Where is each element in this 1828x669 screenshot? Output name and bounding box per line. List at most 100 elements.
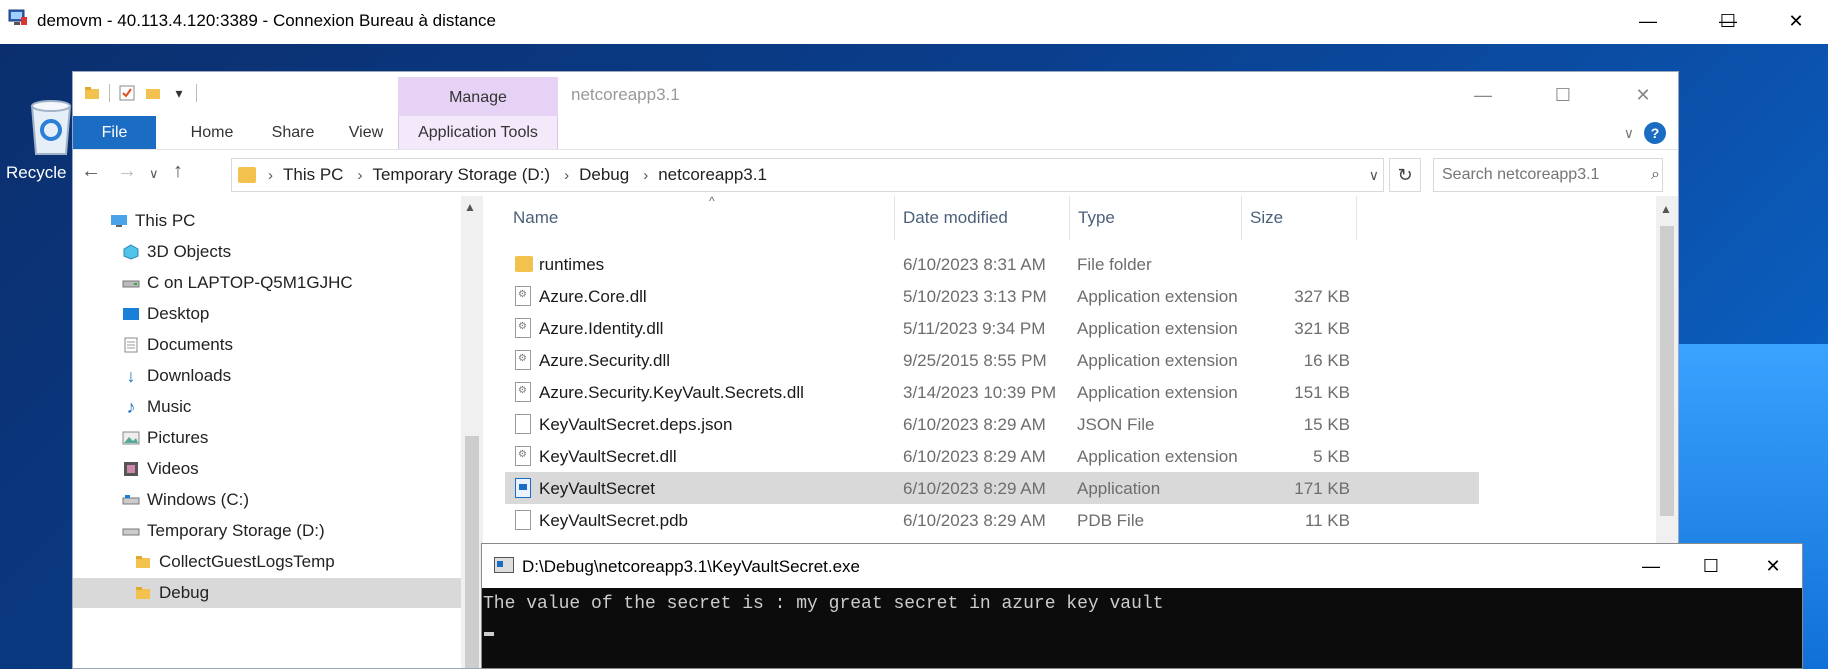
nav-item-debug[interactable]: Debug	[73, 578, 461, 608]
console-cursor	[484, 632, 494, 636]
ribbon-tabs: File Home Share View Application Tools ∨…	[73, 116, 1678, 150]
table-row[interactable]: KeyVaultSecret.deps.json 6/10/2023 8:29 …	[505, 408, 1479, 440]
drive-icon	[121, 491, 141, 509]
explorer-title-bar: ▾ Manage netcoreapp3.1 — ☐ ✕	[73, 72, 1678, 119]
tab-view[interactable]: View	[333, 116, 399, 149]
explorer-close-icon[interactable]: ✕	[1613, 80, 1673, 110]
file-type: PDB File	[1077, 511, 1145, 530]
up-arrow-icon[interactable]: ↑	[173, 160, 183, 183]
nav-item-videos[interactable]: Videos	[73, 454, 461, 484]
nav-scroll-thumb[interactable]	[465, 436, 479, 668]
dll-file-icon	[515, 446, 531, 466]
nav-item-music[interactable]: ♪ Music	[73, 392, 461, 422]
forward-arrow-icon[interactable]: →	[117, 160, 137, 183]
breadcrumb-debug[interactable]: Debug	[579, 165, 629, 185]
desktop-icon	[121, 305, 141, 323]
back-arrow-icon[interactable]: ←	[81, 160, 101, 183]
explorer-minimize-icon[interactable]: —	[1453, 80, 1513, 110]
console-output-line: The value of the secret is : my great se…	[483, 594, 1164, 614]
table-row[interactable]: KeyVaultSecret.dll 6/10/2023 8:29 AM App…	[505, 440, 1479, 472]
address-bar[interactable]: › This PC › Temporary Storage (D:) › Deb…	[231, 158, 1384, 192]
column-size-label: Size	[1250, 208, 1284, 227]
table-row[interactable]: Azure.Identity.dll 5/11/2023 9:34 PM App…	[505, 312, 1479, 344]
column-name-label: Name	[513, 208, 559, 227]
file-list-scroll-thumb[interactable]	[1660, 226, 1674, 516]
tab-file[interactable]: File	[73, 116, 156, 149]
column-header-date[interactable]: Date modified	[895, 196, 1070, 240]
table-row[interactable]: Azure.Security.dll 9/25/2015 8:55 PM App…	[505, 344, 1479, 376]
file-date: 3/14/2023 10:39 PM	[903, 383, 1057, 402]
scroll-up-icon[interactable]: ▲	[1660, 202, 1672, 216]
tab-application-tools[interactable]: Application Tools	[398, 116, 558, 149]
chevron-right-icon[interactable]: ›	[357, 167, 362, 184]
music-icon: ♪	[126, 396, 136, 417]
rdp-minimize-icon[interactable]: —	[1620, 5, 1676, 37]
column-header-name[interactable]: Name ^	[505, 194, 895, 240]
table-row[interactable]: KeyVaultSecret.pdb 6/10/2023 8:29 AM PDB…	[505, 504, 1479, 536]
toolbar-separator	[109, 84, 110, 102]
nav-item-temporary-storage[interactable]: Temporary Storage (D:)	[73, 516, 461, 546]
recent-locations-icon[interactable]: ∨	[149, 166, 159, 182]
file-date: 5/10/2023 3:13 PM	[903, 287, 1047, 306]
nav-item-downloads[interactable]: ↓ Downloads	[73, 361, 461, 391]
nav-label: Debug	[159, 583, 210, 602]
recycle-bin-icon	[30, 100, 72, 155]
scroll-up-icon[interactable]: ▲	[464, 200, 476, 214]
search-input[interactable]	[1434, 166, 1649, 184]
file-date: 5/11/2023 9:34 PM	[903, 319, 1046, 338]
refresh-icon[interactable]: ↻	[1389, 158, 1421, 192]
nav-pane-scrollbar[interactable]: ▲	[461, 196, 483, 668]
console-window-title: D:\Debug\netcoreapp3.1\KeyVaultSecret.ex…	[522, 557, 861, 576]
nav-item-network-drive[interactable]: C on LAPTOP-Q5M1GJHC	[73, 268, 461, 298]
navigation-pane: This PC 3D Objects C on LAPTOP-Q5M1GJHC …	[73, 196, 461, 668]
expand-ribbon-icon[interactable]: ∨	[1624, 125, 1634, 142]
console-close-icon[interactable]: ✕	[1744, 551, 1802, 581]
rdp-maximize-icon[interactable]: ☐	[1700, 5, 1756, 37]
table-row-selected[interactable]: KeyVaultSecret 6/10/2023 8:29 AM Applica…	[505, 472, 1479, 504]
nav-item-collectguestlogstemp[interactable]: CollectGuestLogsTemp	[73, 547, 461, 577]
file-type: Application extension	[1077, 287, 1238, 306]
rdp-close-icon[interactable]: ✕	[1768, 5, 1824, 37]
nav-item-documents[interactable]: Documents	[73, 330, 461, 360]
explorer-maximize-icon[interactable]: ☐	[1533, 80, 1593, 110]
recycle-bin-shortcut[interactable]: Recycle	[6, 98, 72, 183]
chevron-right-icon[interactable]: ›	[643, 167, 648, 184]
chevron-right-icon[interactable]: ›	[564, 167, 569, 184]
table-row[interactable]: runtimes 6/10/2023 8:31 AM File folder	[505, 248, 1479, 280]
file-name: Azure.Core.dll	[539, 287, 647, 306]
dll-file-icon	[515, 350, 531, 370]
address-dropdown-icon[interactable]: ∨	[1369, 167, 1379, 184]
help-icon[interactable]: ?	[1644, 122, 1666, 144]
column-header-type[interactable]: Type	[1070, 196, 1242, 240]
table-row[interactable]: Azure.Security.KeyVault.Secrets.dll 3/14…	[505, 376, 1479, 408]
table-row[interactable]: Azure.Core.dll 5/10/2023 3:13 PM Applica…	[505, 280, 1479, 312]
file-icon	[515, 510, 531, 530]
console-window[interactable]: D:\Debug\netcoreapp3.1\KeyVaultSecret.ex…	[481, 543, 1803, 669]
tab-share[interactable]: Share	[253, 116, 333, 149]
breadcrumb-temporary-storage[interactable]: Temporary Storage (D:)	[372, 165, 550, 185]
file-name: KeyVaultSecret.dll	[539, 447, 677, 466]
file-type: Application extension	[1077, 319, 1238, 338]
console-minimize-icon[interactable]: —	[1622, 551, 1680, 581]
column-header-size[interactable]: Size	[1242, 196, 1357, 240]
manage-contextual-tab[interactable]: Manage	[398, 77, 558, 119]
console-maximize-icon[interactable]: ☐	[1682, 551, 1740, 581]
new-folder-icon[interactable]	[144, 84, 162, 102]
breadcrumb-this-pc[interactable]: This PC	[283, 165, 343, 185]
tab-home[interactable]: Home	[171, 116, 253, 149]
search-box[interactable]: ⌕	[1433, 158, 1663, 192]
customize-toolbar-dropdown-icon[interactable]: ▾	[170, 84, 188, 102]
properties-icon[interactable]	[118, 84, 136, 102]
chevron-right-icon[interactable]: ›	[268, 167, 273, 184]
search-icon[interactable]: ⌕	[1649, 166, 1662, 184]
nav-item-this-pc[interactable]: This PC	[73, 206, 461, 236]
nav-label: Windows (C:)	[147, 490, 250, 509]
file-date: 9/25/2015 8:55 PM	[903, 351, 1047, 370]
console-output-area[interactable]: The value of the secret is : my great se…	[482, 588, 1802, 668]
nav-item-3d-objects[interactable]: 3D Objects	[73, 237, 461, 267]
nav-item-pictures[interactable]: Pictures	[73, 423, 461, 453]
breadcrumb-netcoreapp[interactable]: netcoreapp3.1	[658, 165, 767, 185]
folder-icon[interactable]	[83, 84, 101, 102]
nav-item-windows-c[interactable]: Windows (C:)	[73, 485, 461, 515]
nav-item-desktop[interactable]: Desktop	[73, 299, 461, 329]
